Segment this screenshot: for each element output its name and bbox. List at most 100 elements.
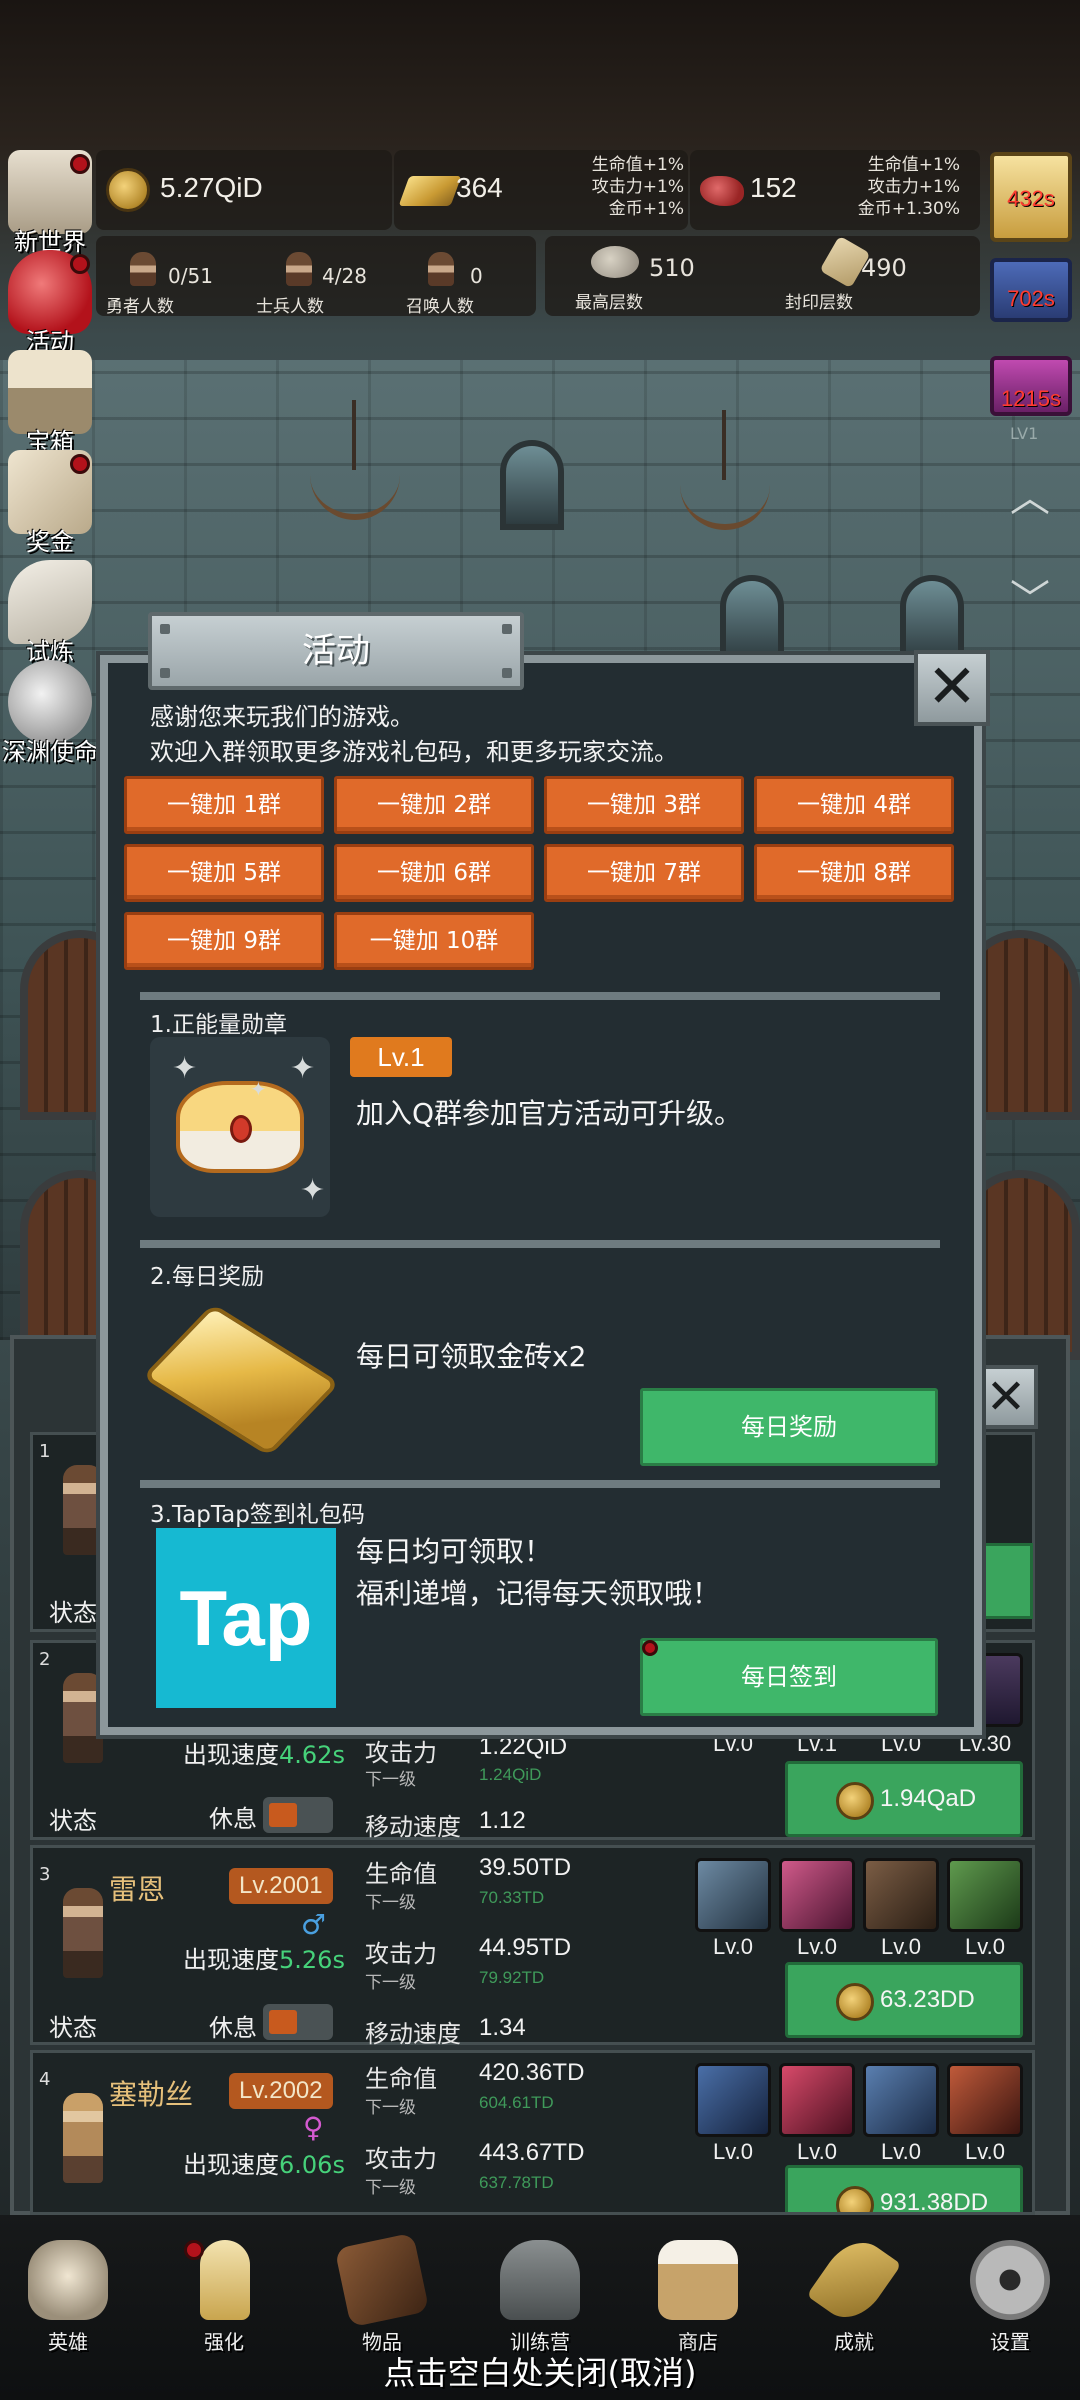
spider-skill-icon[interactable] <box>947 2063 1023 2137</box>
crown-gem <box>230 1115 252 1143</box>
side-activity[interactable]: 活动 <box>0 250 100 360</box>
join-group-2-button[interactable]: 一键加 2群 <box>334 776 534 834</box>
summon-count-label: 召唤人数 <box>406 297 474 317</box>
join-group-6-button[interactable]: 一键加 6群 <box>334 844 534 902</box>
side-trial[interactable]: 试炼 <box>0 560 100 670</box>
hero-level: Lv.2001 <box>229 1868 333 1904</box>
coins-panel: 5.27QiD <box>96 150 392 230</box>
medal-frame: ✦ ✦ ✦ ✦ <box>150 1037 330 1217</box>
hp-value: 420.36TD <box>479 2059 585 2086</box>
snake-skill-icon[interactable] <box>947 1858 1023 1932</box>
join-group-3-button[interactable]: 一键加 3群 <box>544 776 744 834</box>
hero-status-label: 状态 <box>49 1807 97 1835</box>
sparkle-icon: ✦ <box>172 1051 198 1086</box>
join-group-10-button[interactable]: 一键加 10群 <box>334 912 534 970</box>
list-close-icon[interactable]: ✕ <box>974 1365 1038 1429</box>
hero-count: 0/51 <box>168 264 213 288</box>
boot-skill-icon[interactable] <box>863 1858 939 1932</box>
gold-brick-value: 364 <box>456 172 503 203</box>
coin-icon <box>836 2186 874 2212</box>
meat-value: 152 <box>750 172 797 203</box>
upgrade-button[interactable]: 931.38DD <box>785 2165 1023 2212</box>
rest-toggle[interactable] <box>263 1797 333 1833</box>
daily-reward-button[interactable]: 每日奖励 <box>640 1388 938 1466</box>
upgrade-button[interactable] <box>983 1543 1033 1619</box>
join-group-4-button[interactable]: 一键加 4群 <box>754 776 954 834</box>
coin-icon <box>106 168 150 212</box>
side-abyss-mission[interactable]: 深渊使命 <box>0 660 100 770</box>
book-icon <box>334 2232 430 2328</box>
join-group-1-button[interactable]: 一键加 1群 <box>124 776 324 834</box>
section3-line-2: 福利递增，记得每天领取哦！ <box>356 1577 721 1610</box>
rest-toggle[interactable] <box>263 2004 333 2040</box>
upgrade-button[interactable]: 1.94QaD <box>785 1761 1023 1837</box>
skill-level: Lv.0 <box>965 1934 1005 1959</box>
population-panel: 0/51 勇者人数 4/28 士兵人数 0 召唤人数 <box>96 236 536 317</box>
skill-level: Lv.0 <box>881 1934 921 1959</box>
rivet <box>502 668 512 678</box>
rest-label: 休息 <box>209 1805 257 1833</box>
summon-icon <box>428 252 454 286</box>
spawn-speed: 出现速度5.26s <box>183 1946 345 1974</box>
scroll-down-icon[interactable]: ﹀ <box>1000 580 1060 620</box>
gear-icon <box>970 2240 1050 2320</box>
attack-label: 攻击力 <box>365 1940 437 1968</box>
modal-title: 活动 <box>148 612 524 690</box>
join-group-5-button[interactable]: 一键加 5群 <box>124 844 324 902</box>
meat-panel: 152 生命值+1% 攻击力+1% 金币+1.30% <box>690 150 980 230</box>
section2-title: 2.每日奖励 <box>150 1264 264 1290</box>
hero-sprite <box>63 1465 103 1555</box>
hero-sprite <box>63 2093 103 2183</box>
seal-floor-label: 封印层数 <box>785 293 853 313</box>
welcome-line-1: 感谢您来玩我们的游戏。 <box>150 703 414 731</box>
buff-timer-3: 1215s <box>1001 386 1061 411</box>
side-treasure-chest[interactable]: 宝箱 <box>0 350 100 460</box>
move-speed-value: 1.34 <box>479 2014 526 2041</box>
skill-level: Lv.0 <box>713 2139 753 2164</box>
attack-value: 443.67TD <box>479 2139 585 2166</box>
attack-next-value: 1.24QiD <box>479 1765 542 1784</box>
skill-level: Lv.0 <box>881 2139 921 2164</box>
hero-name: 塞勒丝 <box>109 2078 194 2111</box>
hp-label: 生命值 <box>365 1860 437 1888</box>
move-speed-label: 移动速度 <box>365 2020 461 2048</box>
hero-status-label: 状态 <box>49 2014 97 2042</box>
join-group-9-button[interactable]: 一键加 9群 <box>124 912 324 970</box>
blade-skill-icon[interactable] <box>779 1858 855 1932</box>
shield-skill-icon[interactable] <box>695 2063 771 2137</box>
fang-skill-icon[interactable] <box>779 2063 855 2137</box>
next-level-label: 下一级 <box>365 1770 416 1790</box>
hp-label: 生命值 <box>365 2065 437 2093</box>
skill-level: Lv.0 <box>965 2139 1005 2164</box>
modal-close-button[interactable]: ✕ <box>914 650 990 726</box>
meat-bonus: 生命值+1% 攻击力+1% 金币+1.30% <box>857 155 960 219</box>
rest-label: 休息 <box>209 2014 257 2042</box>
gender-female-icon: ♀ <box>303 2111 324 2144</box>
skill-level: Lv.0 <box>713 1934 753 1959</box>
side-new-world[interactable]: 新世界 <box>0 150 100 260</box>
hero-status-label: 状态 <box>49 1599 97 1627</box>
attack-next-value: 637.78TD <box>479 2173 554 2192</box>
upgrade-button[interactable]: 63.23DD <box>785 1962 1023 2038</box>
max-floor-value: 510 <box>649 254 695 282</box>
notification-dot <box>70 154 90 174</box>
soldier-count-label: 士兵人数 <box>256 297 324 317</box>
section1-description: 加入Q群参加官方活动可升级。 <box>356 1097 743 1130</box>
max-floor-icon <box>591 246 639 278</box>
key-icon <box>806 2230 902 2330</box>
close-hint-text[interactable]: 点击空白处关闭(取消) <box>0 2348 1080 2394</box>
seal-floor-value: 490 <box>861 254 907 282</box>
join-group-8-button[interactable]: 一键加 8群 <box>754 844 954 902</box>
side-bonus[interactable]: 奖金 <box>0 450 100 560</box>
next-level-label: 下一级 <box>365 1893 416 1913</box>
sword-skill-icon[interactable] <box>695 1858 771 1932</box>
armor-skill-icon[interactable] <box>863 2063 939 2137</box>
rivet <box>160 668 170 678</box>
daily-checkin-button[interactable]: 每日签到 <box>640 1638 938 1716</box>
scroll-up-icon[interactable]: ︿ <box>1000 478 1060 518</box>
join-group-7-button[interactable]: 一键加 7群 <box>544 844 744 902</box>
notification-dot <box>642 1640 658 1656</box>
candle-icon <box>200 2240 250 2320</box>
skill-level: Lv.0 <box>797 2139 837 2164</box>
rivet <box>502 624 512 634</box>
